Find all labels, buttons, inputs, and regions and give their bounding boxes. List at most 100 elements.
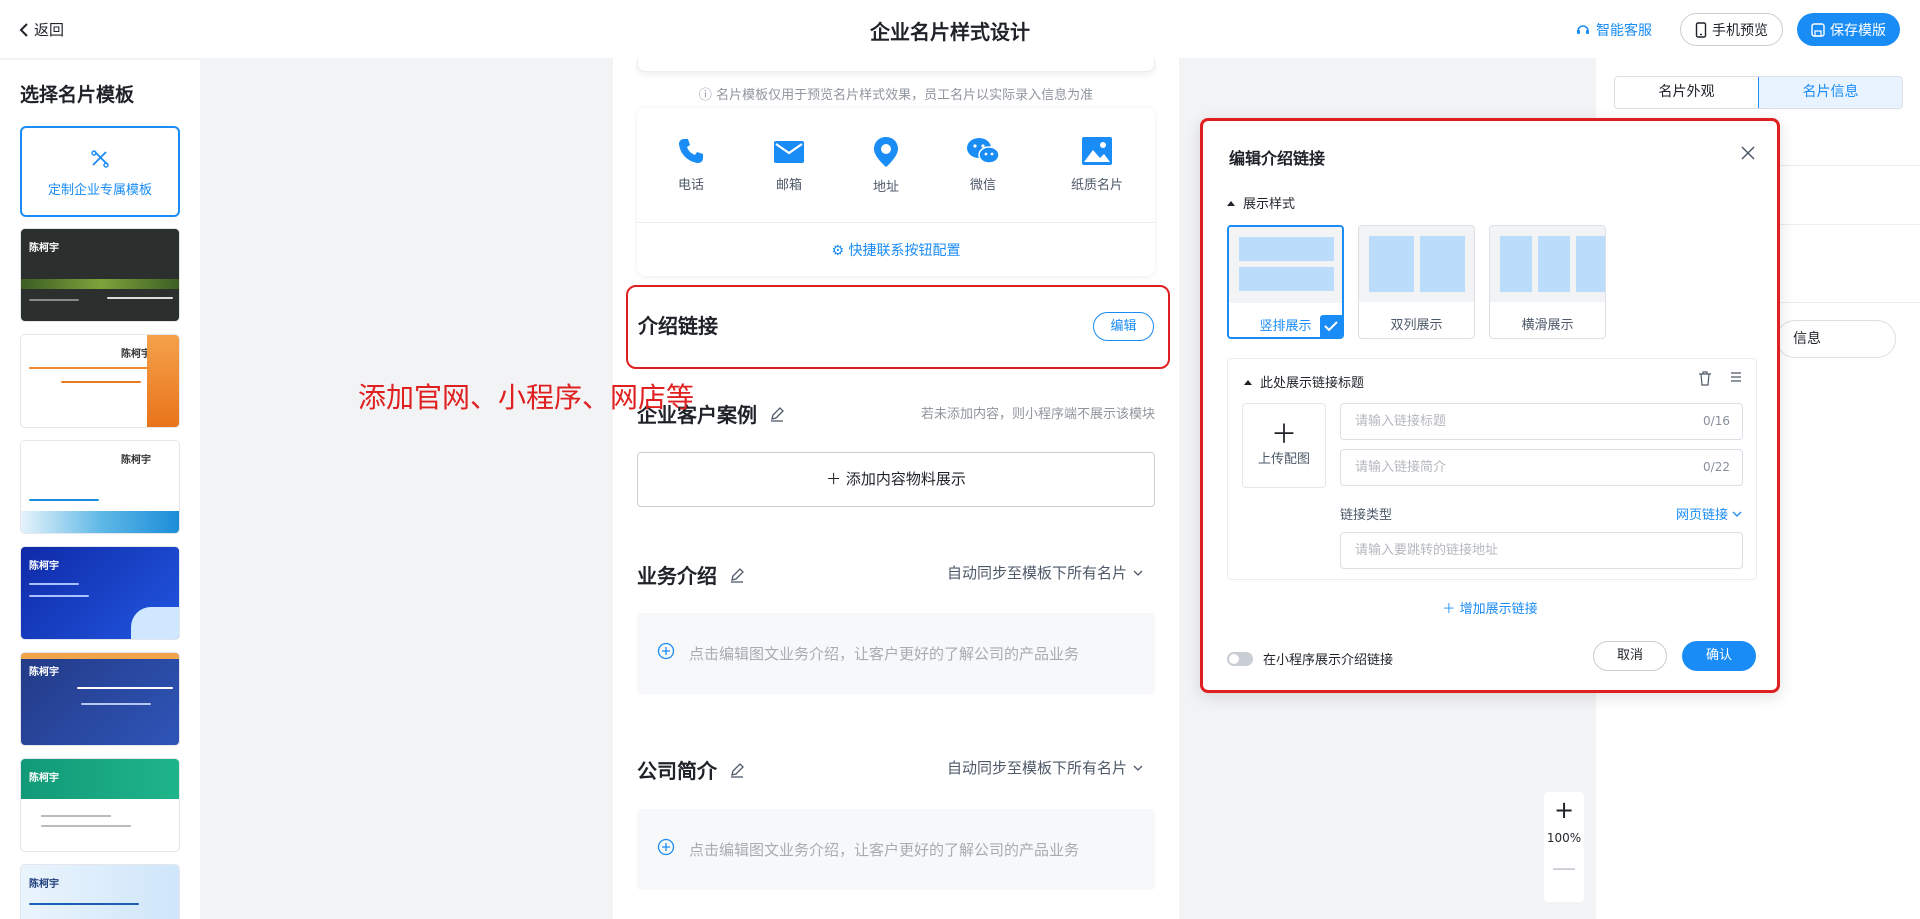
- divider: [1776, 165, 1920, 166]
- add-content-button[interactable]: ＋ 添加内容物料展示: [637, 452, 1155, 507]
- add-link-label: 增加展示链接: [1459, 602, 1538, 617]
- caret-up-icon: [1244, 379, 1252, 385]
- template-card[interactable]: 陈柯宇: [20, 228, 180, 322]
- intro-link-section: 介绍链接 编辑: [626, 285, 1170, 369]
- preview-block: [1420, 236, 1465, 292]
- business-placeholder[interactable]: 点击编辑图文业务介绍，让客户更好的了解公司的产品业务: [637, 613, 1155, 694]
- pencil-icon[interactable]: [769, 406, 785, 422]
- link-type-label: 链接类型: [1340, 508, 1393, 523]
- template-card[interactable]: 陈柯宇: [20, 334, 180, 428]
- link-title-placeholder: 请输入链接标题: [1355, 414, 1447, 429]
- edit-intro-link-button[interactable]: 编辑: [1093, 312, 1154, 341]
- quick-contact-config-link[interactable]: ⚙ 快捷联系按钮配置: [637, 240, 1155, 260]
- preview-block: [1239, 237, 1334, 261]
- contact-label: 微信: [969, 178, 996, 193]
- company-sync-dropdown[interactable]: 自动同步至模板下所有名片: [947, 757, 1143, 778]
- custom-template-card[interactable]: 定制企业专属模板: [20, 126, 180, 217]
- business-sync-dropdown[interactable]: 自动同步至模板下所有名片: [947, 562, 1143, 583]
- add-content-label: 添加内容物料展示: [845, 470, 966, 488]
- layout-option-two-column[interactable]: 双列展示: [1358, 225, 1475, 339]
- template-decoration: [131, 607, 179, 639]
- layout-option-vertical[interactable]: 竖排展示: [1227, 225, 1344, 339]
- contact-address[interactable]: 地址: [851, 136, 921, 195]
- plus-icon: ＋: [1270, 420, 1297, 450]
- wechat-icon: [967, 138, 1000, 164]
- clients-hint: 若未添加内容，则小程序端不展示该模块: [920, 407, 1155, 422]
- template-card[interactable]: 陈柯宇: [20, 440, 180, 534]
- preview-block: [1500, 236, 1532, 292]
- notice-text: 名片模板仅用于预览名片样式效果，员工名片以实际录入信息为准: [716, 88, 1094, 103]
- divider: [637, 222, 1155, 223]
- save-icon: [1811, 22, 1825, 37]
- template-line: [61, 381, 141, 383]
- zoom-control: + 100% —: [1544, 792, 1584, 902]
- quick-config-label: 快捷联系按钮配置: [848, 243, 961, 259]
- style-section-label: 展示样式: [1243, 197, 1296, 212]
- settings-tabs: 名片外观 名片信息: [1614, 76, 1903, 109]
- card-preview: ⓘ 名片模板仅用于预览名片样式效果，员工名片以实际录入信息为准 电话 邮箱 地址…: [613, 58, 1179, 919]
- layout-preview: [1490, 226, 1605, 302]
- template-line: [41, 815, 111, 817]
- info-field[interactable]: 信息: [1776, 320, 1896, 358]
- save-template-button[interactable]: 保存模版: [1797, 13, 1900, 46]
- sync-label: 自动同步至模板下所有名片: [946, 564, 1127, 582]
- drag-handle-icon[interactable]: [1730, 371, 1742, 383]
- mobile-preview-button[interactable]: 手机预览: [1680, 13, 1783, 46]
- check-icon: [1320, 315, 1342, 337]
- template-line: [41, 825, 131, 827]
- style-section-header[interactable]: 展示样式: [1227, 193, 1295, 212]
- close-icon[interactable]: [1741, 146, 1755, 160]
- cancel-button[interactable]: 取消: [1593, 641, 1667, 671]
- template-name: 陈柯宇: [29, 243, 59, 254]
- pencil-icon[interactable]: [729, 567, 745, 583]
- layout-option-horizontal-scroll[interactable]: 横滑展示: [1489, 225, 1606, 339]
- smart-support-button[interactable]: 智能客服: [1575, 20, 1652, 40]
- contact-label: 电话: [677, 178, 704, 193]
- business-placeholder-text: 点击编辑图文业务介绍，让客户更好的了解公司的产品业务: [689, 645, 1080, 663]
- preview-notice: ⓘ 名片模板仅用于预览名片样式效果，员工名片以实际录入信息为准: [613, 84, 1179, 103]
- company-placeholder[interactable]: 点击编辑图文业务介绍，让客户更好的了解公司的产品业务: [637, 809, 1155, 890]
- template-name: 陈柯宇: [121, 455, 151, 466]
- template-card[interactable]: 陈柯宇: [20, 546, 180, 640]
- business-card-preview: [637, 58, 1155, 72]
- contact-label: 地址: [872, 180, 899, 195]
- contact-wechat[interactable]: 微信: [948, 136, 1018, 193]
- plus-icon: ＋: [826, 470, 846, 488]
- add-circle-icon: [657, 642, 675, 660]
- trash-icon[interactable]: [1698, 371, 1712, 386]
- pencil-icon[interactable]: [729, 762, 745, 778]
- tab-card-info[interactable]: 名片信息: [1758, 77, 1902, 108]
- upload-image-button[interactable]: ＋ 上传配图: [1242, 403, 1326, 488]
- template-decoration: [21, 511, 179, 533]
- template-line: [29, 299, 79, 301]
- link-desc-input[interactable]: 请输入链接简介 0/22: [1340, 449, 1743, 486]
- intro-link-title: 介绍链接: [638, 314, 718, 338]
- contact-paper-card[interactable]: 纸质名片: [1055, 136, 1139, 193]
- template-card[interactable]: 陈柯宇: [20, 652, 180, 746]
- tab-card-appearance[interactable]: 名片外观: [1615, 77, 1758, 108]
- template-line: [81, 703, 151, 705]
- contact-email[interactable]: 邮箱: [754, 136, 824, 193]
- support-label: 智能客服: [1596, 22, 1652, 39]
- link-item-header[interactable]: 此处展示链接标题: [1244, 372, 1364, 391]
- link-url-input[interactable]: 请输入要跳转的链接地址: [1340, 532, 1743, 569]
- template-line: [29, 583, 79, 585]
- chevron-down-icon: [1732, 511, 1742, 517]
- chevron-down-icon: [1133, 765, 1143, 771]
- show-intro-link-toggle[interactable]: [1227, 651, 1253, 666]
- link-type-select[interactable]: 网页链接: [1676, 504, 1742, 523]
- char-count: 0/22: [1703, 460, 1730, 474]
- link-type-value: 网页链接: [1675, 508, 1728, 523]
- contact-phone[interactable]: 电话: [656, 136, 726, 193]
- zoom-in-button[interactable]: +: [1544, 792, 1584, 828]
- layout-label: 双列展示: [1390, 318, 1443, 333]
- link-title-input[interactable]: 请输入链接标题 0/16: [1340, 403, 1743, 440]
- template-card[interactable]: 陈柯宇: [20, 758, 180, 852]
- contact-label: 纸质名片: [1070, 178, 1123, 193]
- template-name: 陈柯宇: [29, 561, 59, 572]
- zoom-out-button[interactable]: —: [1544, 848, 1584, 888]
- add-link-button[interactable]: ＋ 增加展示链接: [1203, 598, 1777, 617]
- layout-preview: [1229, 227, 1342, 303]
- confirm-button[interactable]: 确认: [1682, 641, 1756, 671]
- template-card[interactable]: 陈柯宇: [20, 864, 180, 919]
